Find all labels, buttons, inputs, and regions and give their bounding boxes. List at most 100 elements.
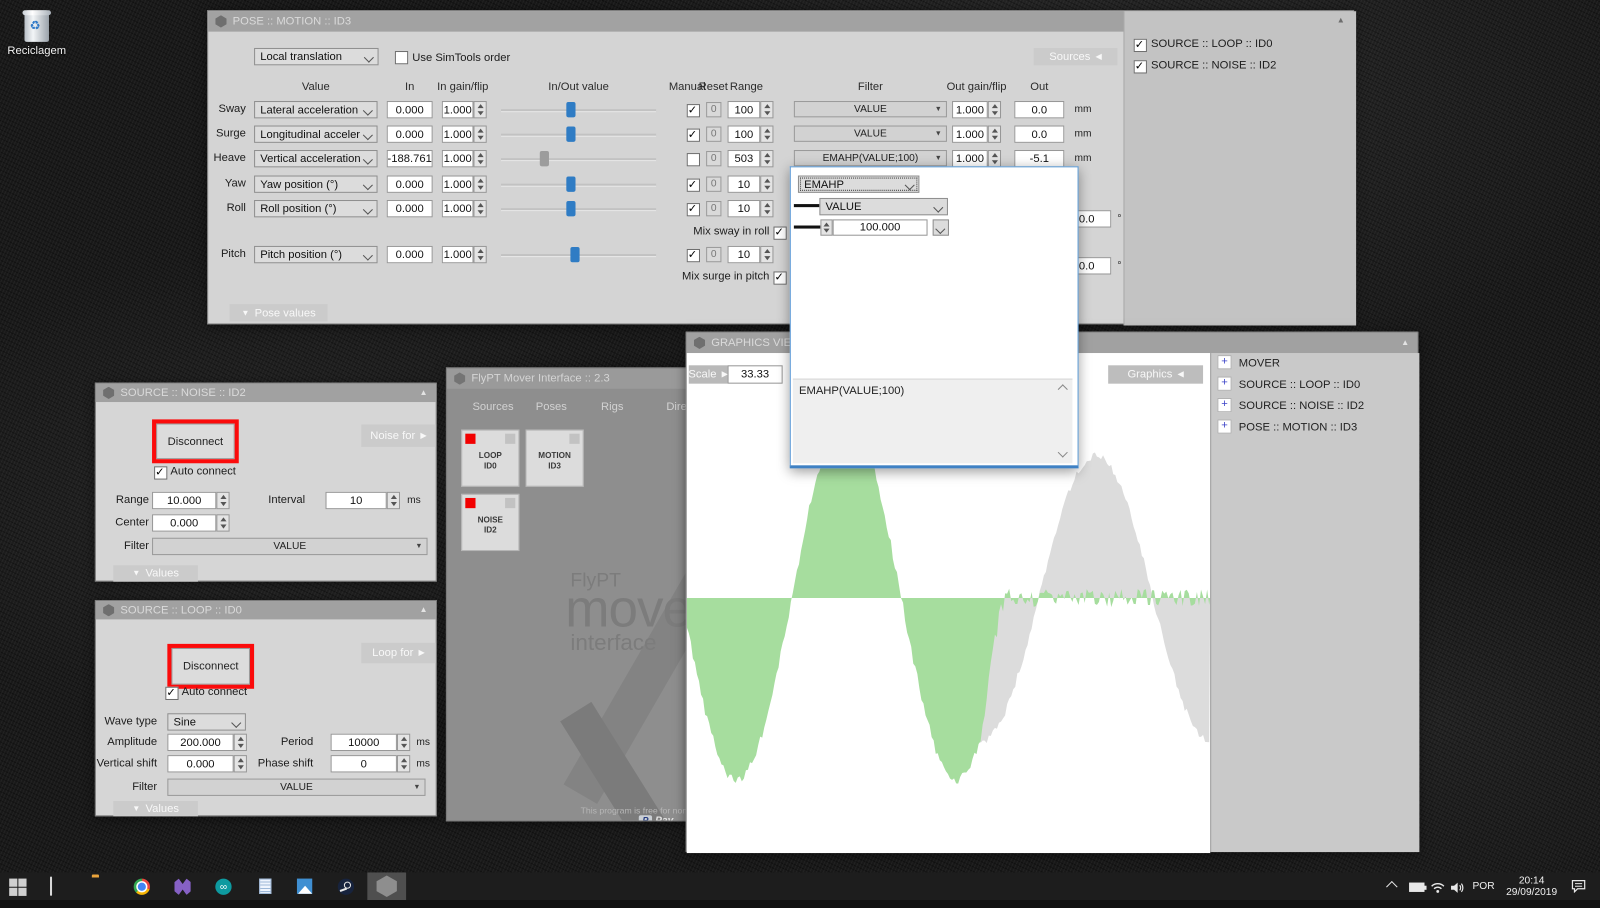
value-select[interactable]: Vertical acceleration (m/s²) xyxy=(254,150,377,167)
interval-field[interactable]: 10 xyxy=(326,492,387,509)
range-field[interactable]: 10 xyxy=(728,246,761,263)
out-gain-spinner[interactable] xyxy=(988,126,1001,143)
scale-field[interactable]: 33.33 xyxy=(728,365,783,383)
out-gain-field[interactable]: 1.000 xyxy=(952,150,988,167)
translation-mode-select[interactable]: Local translation xyxy=(254,48,378,65)
filter-select[interactable]: EMAHP(VALUE;100) xyxy=(794,150,947,166)
range-spinner[interactable] xyxy=(760,176,773,193)
filter-select[interactable]: VALUE xyxy=(152,538,428,555)
filter-number-mode-button[interactable] xyxy=(933,219,949,235)
language-indicator[interactable]: POR xyxy=(1472,881,1494,892)
in-field[interactable]: -188.761 xyxy=(387,150,433,167)
filter-param-select[interactable]: VALUE xyxy=(819,198,948,215)
in-gain-field[interactable]: 1.000 xyxy=(442,176,474,193)
auto-connect-checkbox[interactable] xyxy=(154,466,167,479)
range-field[interactable]: 10.000 xyxy=(152,492,216,509)
tree-expand-button[interactable] xyxy=(1217,419,1231,433)
vertical-shift-spinner[interactable] xyxy=(234,755,247,772)
task-view-button[interactable] xyxy=(50,878,68,896)
card-noise-id2[interactable]: NOISEID2 xyxy=(461,494,519,551)
phase-shift-spinner[interactable] xyxy=(397,755,410,772)
range-spinner[interactable] xyxy=(216,492,229,509)
out-gain-field[interactable]: 1.000 xyxy=(952,126,988,143)
center-spinner[interactable] xyxy=(216,514,229,531)
range-spinner[interactable] xyxy=(760,101,773,118)
source-loop-checkbox[interactable] xyxy=(1134,39,1147,52)
steam-button[interactable] xyxy=(337,878,355,896)
manual-checkbox[interactable] xyxy=(687,249,700,262)
tab-poses[interactable]: Poses xyxy=(536,401,567,413)
in-gain-field[interactable]: 1.000 xyxy=(442,246,474,263)
disconnect-button[interactable]: Disconnect xyxy=(167,644,254,689)
period-field[interactable]: 10000 xyxy=(331,734,397,751)
in-field[interactable]: 0.000 xyxy=(387,126,433,143)
filter-number-field[interactable]: 100.000 xyxy=(833,219,928,235)
tree-item-loop[interactable]: SOURCE :: LOOP :: ID0 xyxy=(1239,379,1360,391)
paypal-button[interactable]: P Pay xyxy=(639,815,673,821)
auto-connect-checkbox[interactable] xyxy=(165,687,178,700)
value-select[interactable]: Yaw position (°) xyxy=(254,176,377,193)
simtools-order-checkbox[interactable] xyxy=(395,51,408,64)
manual-checkbox[interactable] xyxy=(687,179,700,192)
inout-slider[interactable] xyxy=(501,126,656,143)
in-field[interactable]: 0.000 xyxy=(387,176,433,193)
loop-for-button[interactable]: Loop for xyxy=(361,643,435,663)
filter-select[interactable]: VALUE xyxy=(794,101,947,117)
tree-expand-button[interactable] xyxy=(1217,355,1231,369)
range-spinner[interactable] xyxy=(760,200,773,217)
network-indicator[interactable] xyxy=(1431,881,1445,908)
vertical-shift-field[interactable]: 0.000 xyxy=(167,755,233,772)
volume-indicator[interactable] xyxy=(1451,881,1464,908)
source-noise-checkbox[interactable] xyxy=(1134,60,1147,73)
filter-type-select[interactable]: EMAHP xyxy=(798,176,919,193)
tree-item-mover[interactable]: MOVER xyxy=(1239,357,1280,369)
inout-slider[interactable] xyxy=(501,246,656,263)
scroll-up-icon[interactable] xyxy=(1058,384,1068,394)
scale-button[interactable]: Scale xyxy=(689,365,728,383)
in-gain-field[interactable]: 1.000 xyxy=(442,150,474,167)
reset-button[interactable]: 0 xyxy=(706,201,721,216)
loop-title-bar[interactable]: SOURCE :: LOOP :: ID0 xyxy=(96,601,436,619)
mix-pitch-checkbox[interactable] xyxy=(773,271,786,284)
clock[interactable]: 20:14 29/09/2019 xyxy=(1500,876,1563,898)
in-gain-spinner[interactable] xyxy=(473,126,486,143)
in-gain-spinner[interactable] xyxy=(473,101,486,118)
pose-values-button[interactable]: Pose values xyxy=(230,304,328,321)
manual-checkbox[interactable] xyxy=(687,129,700,142)
values-button[interactable]: Values xyxy=(113,565,198,581)
in-gain-spinner[interactable] xyxy=(473,176,486,193)
filter-select[interactable]: VALUE xyxy=(167,779,425,796)
range-spinner[interactable] xyxy=(760,246,773,263)
wave-type-select[interactable]: Sine xyxy=(167,713,246,730)
out-gain-spinner[interactable] xyxy=(988,150,1001,167)
reset-button[interactable]: 0 xyxy=(706,127,721,142)
recycle-bin-shortcut[interactable]: Reciclagem xyxy=(6,6,67,63)
interval-spinner[interactable] xyxy=(387,492,400,509)
collapse-icon[interactable] xyxy=(1337,16,1345,24)
noise-for-button[interactable]: Noise for xyxy=(361,424,435,446)
inout-slider[interactable] xyxy=(501,101,656,118)
start-button[interactable] xyxy=(9,878,27,896)
sources-toggle-button[interactable]: Sources xyxy=(1034,48,1118,65)
value-select[interactable]: Pitch position (°) xyxy=(254,246,377,263)
card-loop-id0[interactable]: LOOPID0 xyxy=(461,430,519,487)
visual-studio-button[interactable] xyxy=(173,878,191,896)
in-field[interactable]: 0.000 xyxy=(387,200,433,217)
manual-checkbox[interactable] xyxy=(687,203,700,216)
in-gain-field[interactable]: 1.000 xyxy=(442,126,474,143)
scroll-down-icon[interactable] xyxy=(1058,448,1068,458)
tree-item-noise[interactable]: SOURCE :: NOISE :: ID2 xyxy=(1239,400,1364,412)
reset-button[interactable]: 0 xyxy=(706,151,721,166)
phase-shift-field[interactable]: 0 xyxy=(331,755,397,772)
status-square-gray[interactable] xyxy=(505,498,515,508)
inout-slider[interactable] xyxy=(501,176,656,193)
in-gain-field[interactable]: 1.000 xyxy=(442,200,474,217)
manual-checkbox[interactable] xyxy=(687,153,700,166)
amplitude-spinner[interactable] xyxy=(234,734,247,751)
in-gain-field[interactable]: 1.000 xyxy=(442,101,474,118)
range-field[interactable]: 10 xyxy=(728,176,761,193)
flypt-mover-taskbar-button[interactable] xyxy=(367,872,406,900)
file-explorer-button[interactable] xyxy=(92,878,110,896)
card-motion-id3[interactable]: MOTIONID3 xyxy=(526,430,584,487)
battery-indicator[interactable] xyxy=(1409,872,1424,900)
